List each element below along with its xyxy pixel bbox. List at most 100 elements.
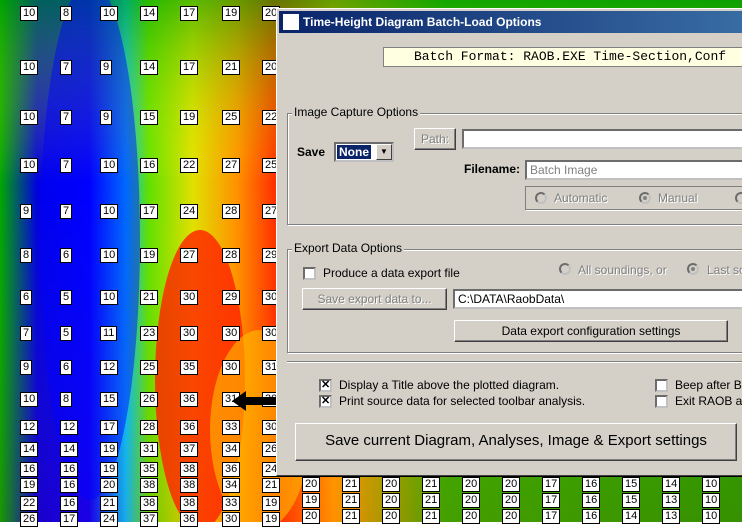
grid-value-label: 28 — [140, 420, 159, 435]
grid-value-label: 36 — [180, 392, 199, 407]
grid-value-label: 10 — [100, 6, 119, 21]
grid-value-label: 7 — [60, 110, 73, 125]
grid-value-label: 19 — [140, 248, 159, 263]
radio-third[interactable] — [735, 192, 742, 204]
grid-value-label: 30 — [180, 290, 199, 305]
grid-value-label: 16 — [140, 158, 159, 173]
grid-value-label: 10 — [702, 477, 721, 492]
print-source-checkbox[interactable]: ✕ — [319, 395, 332, 408]
grid-value-label: 23 — [140, 326, 159, 341]
beep-after-checkbox[interactable] — [655, 379, 668, 392]
grid-value-label: 7 — [60, 158, 73, 173]
grid-value-label: 17 — [140, 204, 159, 219]
grid-value-label: 26 — [140, 392, 159, 407]
radio-automatic[interactable] — [535, 192, 547, 204]
grid-value-label: 5 — [60, 326, 73, 341]
grid-value-label: 20 — [302, 477, 321, 492]
grid-value-label: 38 — [140, 496, 159, 511]
grid-value-label: 10 — [20, 60, 39, 75]
grid-value-label: 15 — [622, 477, 641, 492]
path-field[interactable] — [462, 129, 742, 149]
save-export-data-button[interactable]: Save export data to... — [302, 288, 447, 310]
grid-value-label: 21 — [422, 477, 441, 492]
grid-value-label: 15 — [140, 110, 159, 125]
grid-value-label: 30 — [180, 326, 199, 341]
grid-value-label: 12 — [100, 360, 119, 375]
grid-value-label: 21 — [100, 496, 119, 511]
grid-value-label: 7 — [60, 60, 73, 75]
beep-after-label: Beep after B — [675, 378, 742, 392]
grid-value-label: 6 — [20, 290, 33, 305]
grid-value-label: 36 — [180, 420, 199, 435]
grid-value-label: 9 — [20, 360, 33, 375]
grid-value-label: 10 — [100, 158, 119, 173]
grid-value-label: 6 — [60, 360, 73, 375]
grid-value-label: 8 — [60, 6, 73, 21]
grid-value-label: 19 — [100, 462, 119, 477]
grid-value-label: 21 — [342, 493, 361, 508]
export-path-field[interactable]: C:\DATA\RaobData\ — [453, 289, 742, 309]
grid-value-label: 20 — [382, 493, 401, 508]
chevron-down-icon[interactable]: ▼ — [376, 144, 392, 160]
save-select[interactable]: None ▼ — [334, 142, 394, 162]
grid-value-label: 20 — [502, 493, 521, 508]
grid-value-label: 10 — [100, 204, 119, 219]
filename-field[interactable]: Batch Image — [525, 160, 742, 180]
grid-value-label: 29 — [222, 290, 241, 305]
grid-value-label: 38 — [140, 478, 159, 493]
grid-value-label: 17 — [180, 6, 199, 21]
grid-value-label: 24 — [180, 204, 199, 219]
grid-value-label: 7 — [60, 204, 73, 219]
grid-value-label: 21 — [140, 290, 159, 305]
grid-value-label: 10 — [100, 290, 119, 305]
radio-last-sounding[interactable] — [687, 263, 699, 275]
grid-value-label: 14 — [20, 442, 39, 457]
grid-value-label: 25 — [222, 110, 241, 125]
grid-value-label: 15 — [622, 493, 641, 508]
grid-value-label: 27 — [180, 248, 199, 263]
grid-value-label: 10 — [20, 110, 39, 125]
grid-value-label: 9 — [20, 204, 33, 219]
grid-value-label: 28 — [222, 248, 241, 263]
radio-manual[interactable] — [639, 192, 651, 204]
exit-raob-checkbox[interactable] — [655, 395, 668, 408]
grid-value-label: 17 — [60, 512, 79, 527]
display-title-checkbox[interactable]: ✕ — [319, 379, 332, 392]
filename-label: Filename: — [464, 162, 521, 176]
grid-value-label: 8 — [20, 248, 33, 263]
dialog-title: Time-Height Diagram Batch-Load Options — [303, 15, 542, 29]
grid-value-label: 33 — [222, 420, 241, 435]
radio-all-soundings[interactable] — [559, 263, 571, 275]
path-button[interactable]: Path: — [414, 128, 456, 150]
grid-value-label: 24 — [100, 512, 119, 527]
grid-value-label: 9 — [100, 60, 113, 75]
image-capture-group-label: Image Capture Options — [292, 105, 421, 119]
grid-value-label: 14 — [140, 6, 159, 21]
grid-value-label: 21 — [262, 478, 281, 493]
grid-value-label: 20 — [382, 477, 401, 492]
grid-value-label: 13 — [662, 493, 681, 508]
radio-automatic-label: Automatic — [554, 191, 608, 205]
grid-value-label: 38 — [180, 496, 199, 511]
grid-value-label: 16 — [60, 462, 79, 477]
grid-value-label: 17 — [180, 60, 199, 75]
save-label: Save — [297, 145, 326, 159]
export-data-group-label: Export Data Options — [292, 241, 405, 255]
print-source-label: Print source data for selected toolbar a… — [339, 394, 586, 408]
display-title-label: Display a Title above the plotted diagra… — [339, 378, 560, 392]
grid-value-label: 9 — [100, 110, 113, 125]
export-config-button[interactable]: Data export configuration settings — [454, 320, 728, 342]
produce-export-checkbox[interactable] — [303, 267, 316, 280]
grid-value-label: 21 — [222, 60, 241, 75]
grid-value-label: 15 — [100, 392, 119, 407]
grid-value-label: 30 — [222, 360, 241, 375]
save-select-value: None — [337, 145, 371, 159]
grid-value-label: 38 — [180, 462, 199, 477]
grid-value-label: 20 — [100, 478, 119, 493]
grid-value-label: 12 — [60, 420, 79, 435]
grid-value-label: 21 — [422, 493, 441, 508]
grid-value-label: 10 — [20, 158, 39, 173]
save-all-settings-button[interactable]: Save current Diagram, Analyses, Image & … — [295, 423, 737, 461]
dialog-titlebar[interactable]: Time-Height Diagram Batch-Load Options — [279, 11, 742, 33]
grid-value-label: 10 — [702, 493, 721, 508]
